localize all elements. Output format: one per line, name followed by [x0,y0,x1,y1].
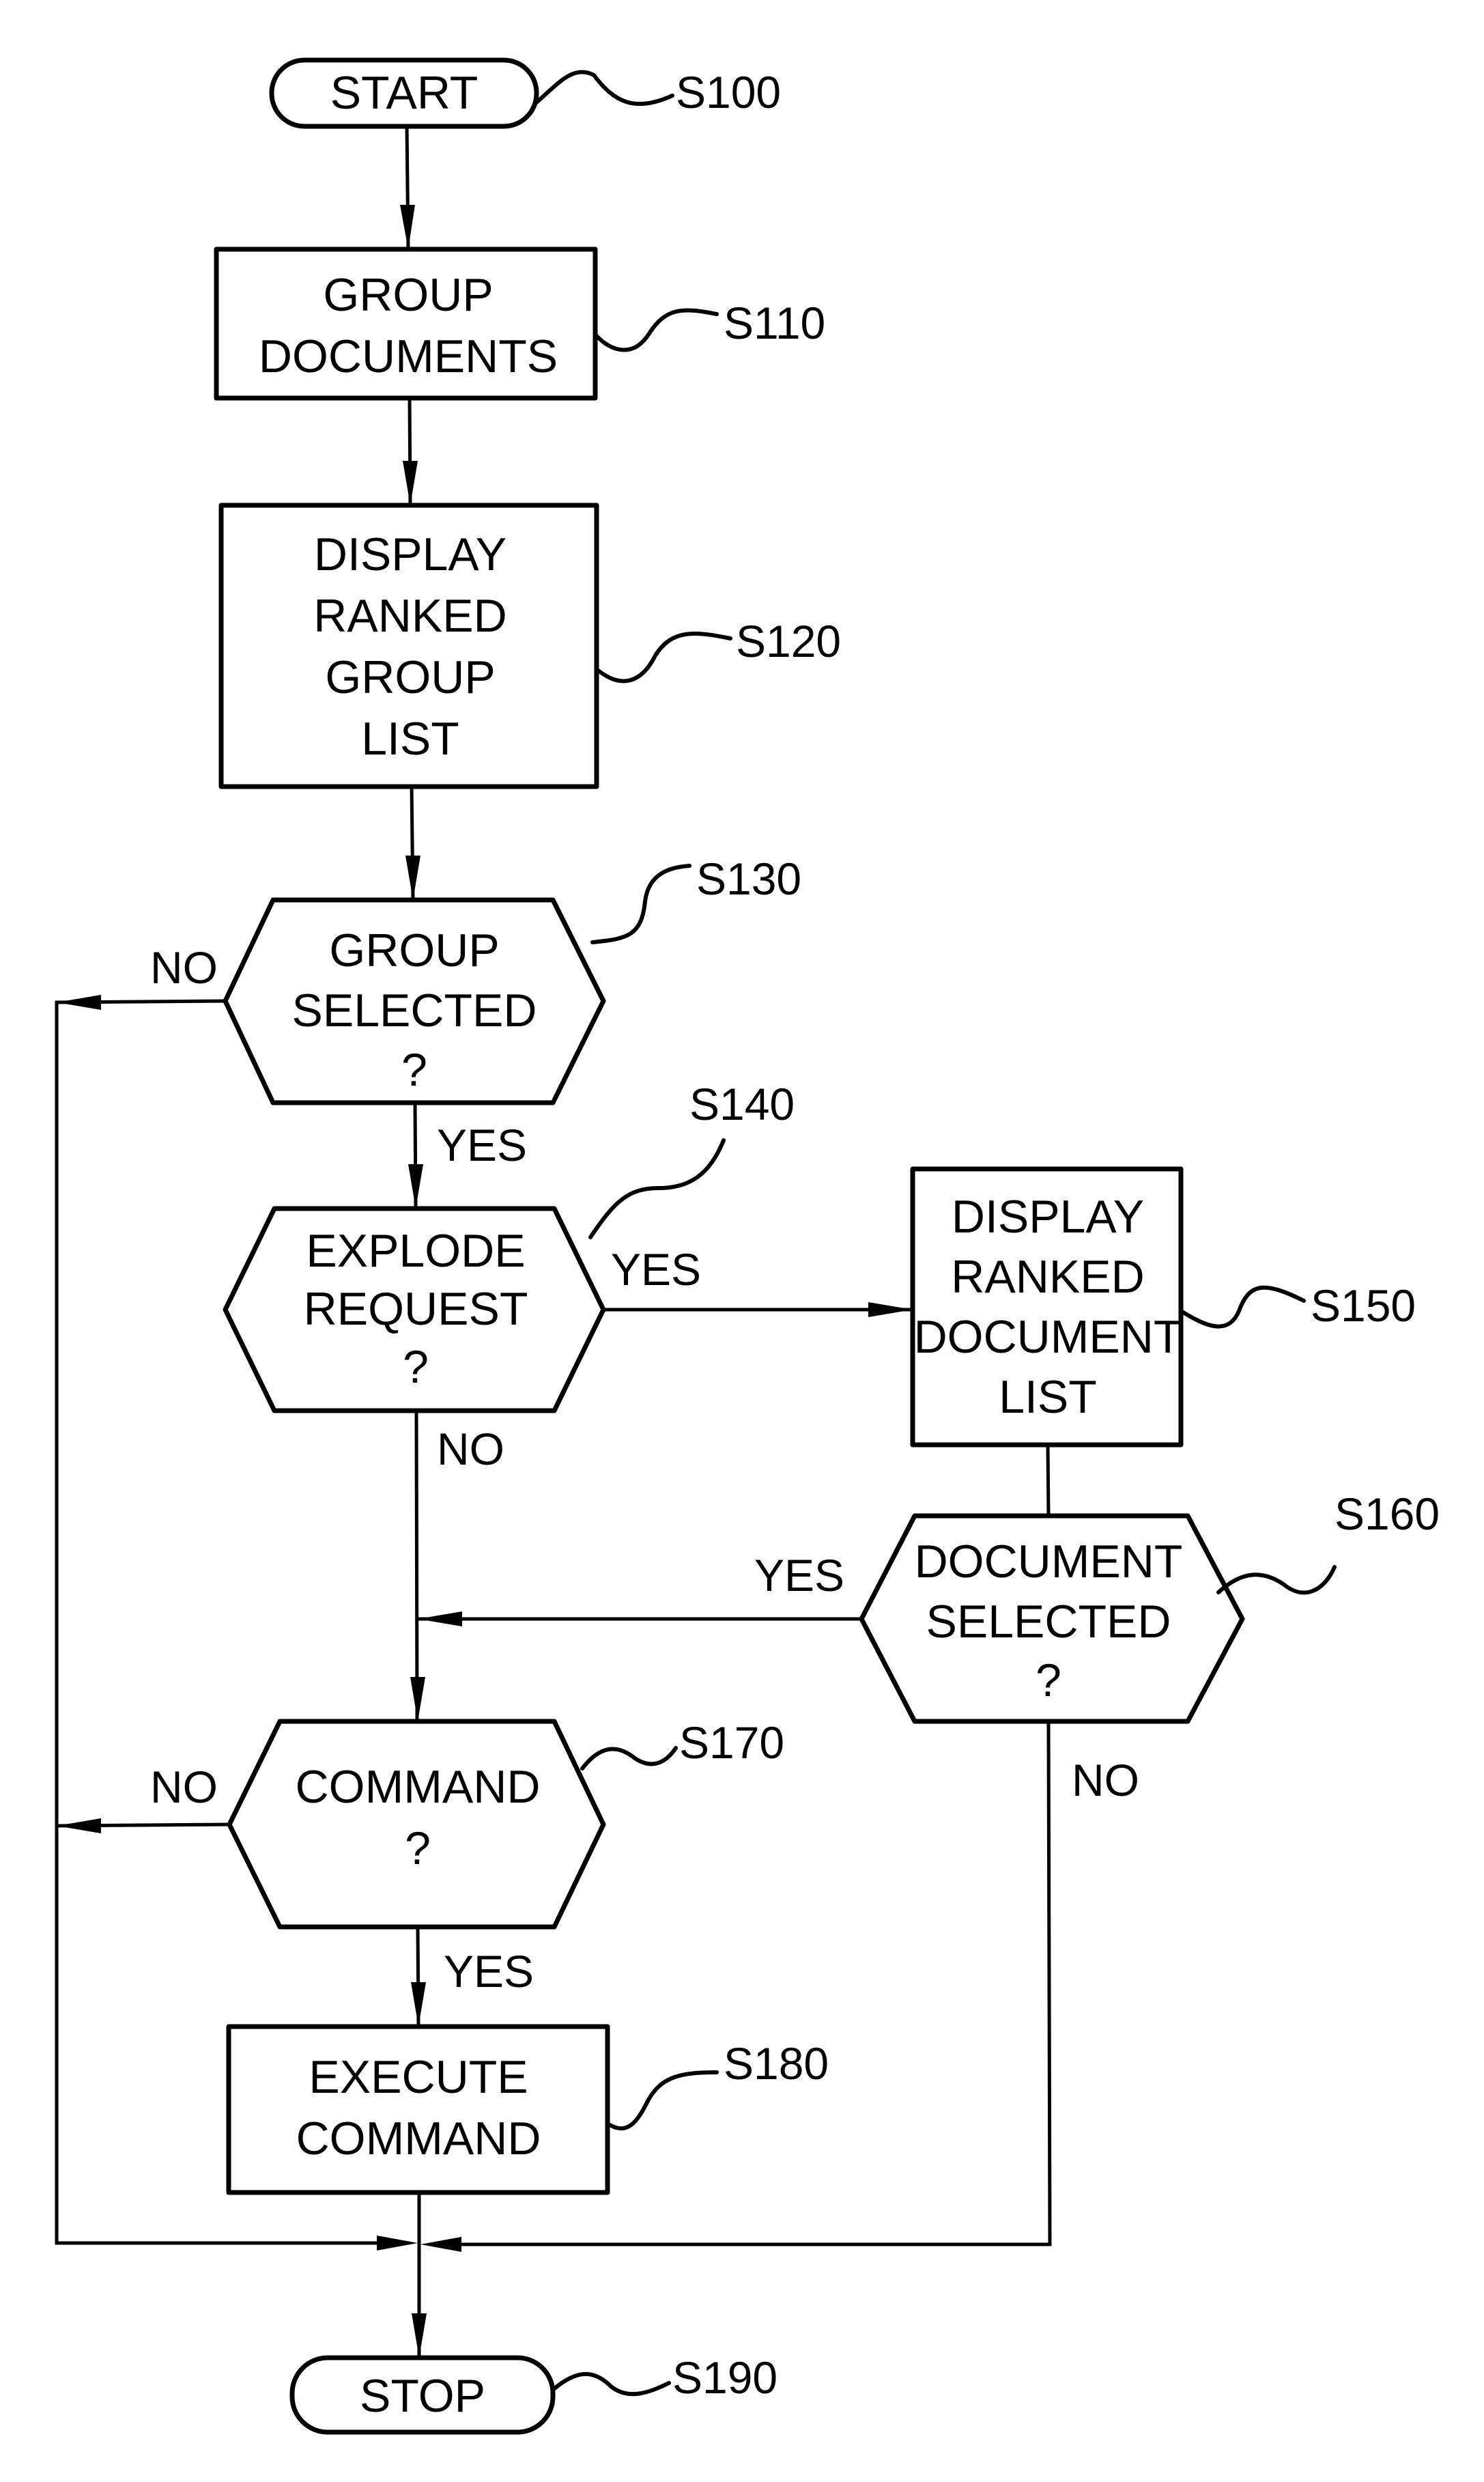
arrowhead-down-icon [412,2313,427,2358]
edge-label-s130-no: NO [150,942,218,993]
node-text: DISPLAY [314,528,506,580]
arrowhead-left-icon [420,2237,461,2252]
node-s170: COMMAND ? [227,1719,606,1930]
node-text: DISPLAY [952,1191,1144,1243]
node-text: REQUEST [304,1283,528,1335]
node-text: LIST [999,1371,1097,1423]
arrowhead-down-icon [411,1982,426,2027]
node-text: ? [403,1341,429,1393]
node-text: DOCUMENT [914,1311,1182,1363]
node-text: EXECUTE [309,2051,528,2103]
edge-label-s160-no: NO [1072,1755,1139,1805]
node-text: LIST [361,713,459,765]
node-text: SELECTED [292,985,537,1036]
ref-label: S140 [689,1079,795,1129]
edge-label-s140-yes: YES [611,1244,701,1295]
node-s130: GROUP SELECTED ? [223,897,606,1105]
ref-label: S170 [679,1717,784,1768]
arrowhead-down-icon [410,1677,425,1721]
node-text: GROUP [329,925,499,976]
node-s190: STOP [289,2355,556,2435]
ref-label: S120 [736,616,841,666]
edge-label-s130-yes: YES [437,1120,527,1170]
node-text: COMMAND [296,1761,541,1813]
ref-label: S130 [696,854,801,904]
node-s100: START [269,57,539,129]
node-text: START [330,67,479,119]
arrowhead-left-icon [57,1818,101,1833]
node-text: COMMAND [296,2113,541,2164]
node-text: GROUP [323,269,493,321]
ref-label: S190 [672,2352,777,2403]
node-text: DOCUMENT [915,1536,1183,1588]
node-text: EXPLODE [306,1225,525,1277]
arrowhead-left-icon [57,995,101,1010]
edge-label-s170-yes: YES [444,1946,534,1997]
node-s160: DOCUMENT SELECTED ? [859,1513,1245,1724]
node-s180: EXECUTE COMMAND [226,2024,610,2195]
edge-label-s140-no: NO [437,1424,504,1474]
node-text: RANKED [313,590,506,642]
node-text: GROUP [325,651,495,703]
node-s140: EXPLODE REQUEST ? [223,1206,606,1413]
arrowhead-down-icon [405,856,420,900]
ref-label: S160 [1335,1489,1440,1539]
arrowhead-down-icon [403,461,418,505]
node-text: SELECTED [926,1596,1171,1648]
node-text: RANKED [951,1251,1144,1303]
node-text: ? [405,1822,431,1874]
node-s150: DISPLAY RANKED DOCUMENT LIST [910,1166,1184,1448]
arrowhead-right-icon [868,1302,913,1317]
node-s110: GROUP DOCUMENTS [214,246,598,401]
ref-label: S150 [1311,1280,1416,1331]
edge-label-s170-no: NO [150,1762,218,1812]
node-text: ? [401,1044,427,1096]
flowchart: START GROUP DOCUMENTS DISPLAY RANKED GRO… [55,57,1440,2435]
ref-label: S110 [724,298,825,348]
node-text: DOCUMENTS [259,330,558,382]
node-text: STOP [360,2370,485,2422]
arrowhead-down-icon [408,1164,423,1209]
ref-label: S180 [724,2038,829,2089]
edge-label-s160-yes: YES [754,1550,844,1600]
edge-s140-s170 [414,1410,419,1722]
arrowhead-right-icon [377,2236,418,2251]
arrowhead-left-icon [418,1611,462,1626]
node-s120: DISPLAY RANKED GROUP LIST [218,503,599,789]
arrowhead-down-icon [400,205,415,249]
ref-label: S100 [676,67,781,117]
node-text: ? [1036,1654,1061,1706]
